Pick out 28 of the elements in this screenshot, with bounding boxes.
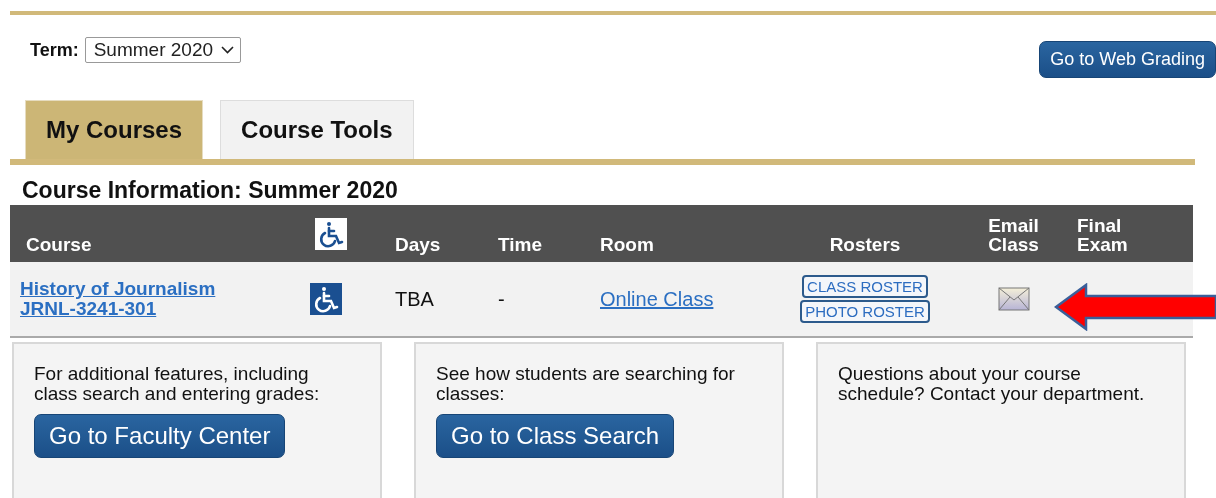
wheelchair-icon <box>315 218 347 250</box>
table-cell: - <box>498 287 505 310</box>
term-label: Term: <box>30 39 79 61</box>
room-link[interactable]: Online Class <box>600 287 714 310</box>
section-link[interactable]: JRNL-3241-301 <box>20 299 157 319</box>
panel-text: Questions about your course schedule? Contact your department. <box>838 364 1146 404</box>
tab[interactable]: Course Tools <box>220 100 414 159</box>
column-header: Days <box>395 235 441 254</box>
panel-text: See how students are searching for classes: <box>436 364 736 404</box>
term-select[interactable]: Summer 2020 <box>84 37 242 63</box>
column-header: Rosters <box>829 235 901 254</box>
panel-button[interactable]: Go to Faculty Center <box>34 413 286 458</box>
table-cell: TBA <box>395 287 434 310</box>
panel-button[interactable]: Go to Class Search <box>436 413 675 458</box>
column-header: Room <box>600 235 654 254</box>
chevron-icon <box>221 46 235 54</box>
column-header: Course <box>26 235 92 254</box>
column-header: Time <box>498 235 542 254</box>
column-header: Email Class <box>987 216 1040 254</box>
column-header: Final Exam <box>1077 216 1129 254</box>
envelope-icon[interactable] <box>997 287 1030 312</box>
roster-button[interactable]: PHOTO ROSTER <box>800 300 930 323</box>
section-heading: Course Information: Summer 2020 <box>21 176 399 205</box>
course-link[interactable]: History of Journalism <box>20 279 216 299</box>
web-grading-button[interactable]: Go to Web Grading <box>1039 41 1216 78</box>
roster-button[interactable]: CLASS ROSTER <box>802 275 928 298</box>
tab[interactable]: My Courses <box>25 100 204 159</box>
panel-text: For additional features, including class search and entering grades: <box>34 364 321 404</box>
